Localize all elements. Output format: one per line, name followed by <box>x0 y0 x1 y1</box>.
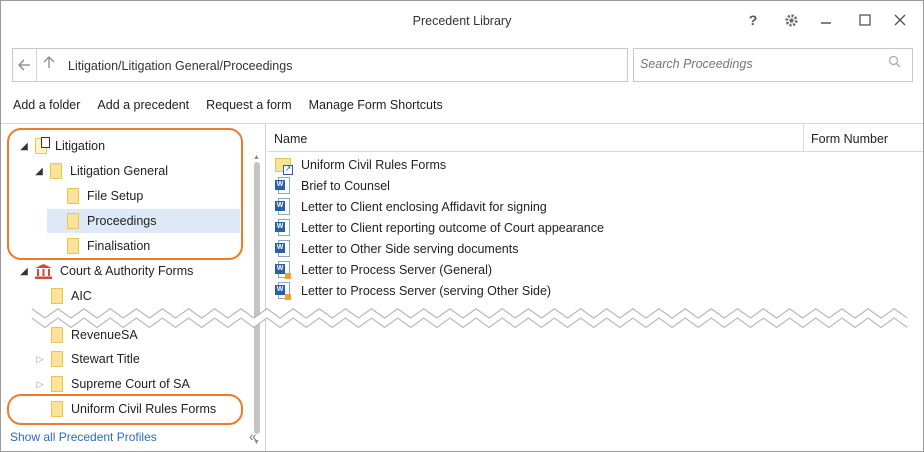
gear-icon[interactable] <box>778 9 804 31</box>
tree-item-label: Supreme Court of SA <box>71 377 190 391</box>
folder-icon <box>51 288 63 304</box>
add-precedent-button[interactable]: Add a precedent <box>97 98 189 116</box>
tree-item-label: Stewart Title <box>71 352 140 366</box>
word-document-icon: W <box>275 261 291 279</box>
search-icon[interactable] <box>888 55 901 72</box>
list-item-name: Letter to Client enclosing Affidavit for… <box>301 199 547 214</box>
tree-item-label: Court & Authority Forms <box>60 264 194 278</box>
word-document-icon: W <box>275 282 291 300</box>
scrollbar-thumb[interactable] <box>254 162 260 434</box>
back-arrow-icon[interactable] <box>13 49 37 81</box>
up-arrow-icon[interactable] <box>43 55 55 73</box>
word-document-icon: W <box>275 198 290 215</box>
list-item[interactable]: W Letter to Client reporting outcome of … <box>275 217 604 238</box>
precedent-list-pane: Name Form Number Uniform Civil Rules For… <box>267 123 923 451</box>
request-form-button[interactable]: Request a form <box>206 98 291 116</box>
list-item-name: Letter to Client reporting outcome of Co… <box>301 220 604 235</box>
tree-item-court-authority-forms[interactable]: ◢ Court & Authority Forms <box>17 259 193 283</box>
word-document-icon: W <box>275 177 290 194</box>
list-item[interactable]: Uniform Civil Rules Forms <box>275 154 446 175</box>
highlight-outline <box>7 128 243 260</box>
list-item[interactable]: W Letter to Client enclosing Affidavit f… <box>275 196 547 217</box>
word-document-icon: W <box>275 240 290 257</box>
tree-item-label: AIC <box>71 289 92 303</box>
close-icon[interactable] <box>887 9 913 31</box>
courthouse-icon <box>35 263 52 279</box>
list-item[interactable]: W Brief to Counsel <box>275 175 390 196</box>
list-item-name: Letter to Process Server (General) <box>301 262 493 277</box>
precedent-library-window: Precedent Library ? Litigation/Litigatio… <box>0 0 924 452</box>
expanded-arrow-icon[interactable]: ◢ <box>17 266 31 277</box>
folder-icon <box>51 376 63 392</box>
scroll-down-icon[interactable]: ▼ <box>253 439 260 446</box>
list-item[interactable]: W Letter to Other Side serving documents <box>275 238 518 259</box>
minimize-icon[interactable] <box>813 9 839 31</box>
column-header-form-number[interactable]: Form Number <box>804 124 923 152</box>
search-input[interactable] <box>640 57 880 71</box>
list-item[interactable]: W Letter to Process Server (serving Othe… <box>275 280 551 301</box>
tree-item-supreme-court-of-sa[interactable]: ▷ Supreme Court of SA <box>33 372 190 396</box>
list-item-name: Uniform Civil Rules Forms <box>301 157 447 172</box>
tree-item-stewart-title[interactable]: ▷ Stewart Title <box>33 347 140 371</box>
tree-scrollbar[interactable]: ▲ ▼ <box>253 154 261 446</box>
word-document-icon: W <box>275 219 290 236</box>
screenshot-break-zigzag <box>31 308 908 329</box>
highlight-outline <box>7 394 243 425</box>
show-all-precedent-profiles-link[interactable]: Show all Precedent Profiles <box>10 430 157 444</box>
list-item-name: Letter to Process Server (serving Other … <box>301 283 552 298</box>
manage-form-shortcuts-button[interactable]: Manage Form Shortcuts <box>309 98 443 116</box>
list-item-name: Brief to Counsel <box>301 178 390 193</box>
maximize-icon[interactable] <box>852 9 878 31</box>
collapse-pane-icon[interactable]: « <box>249 428 257 444</box>
list-item[interactable]: W Letter to Process Server (General) <box>275 259 492 280</box>
toolbar: Add a folder Add a precedent Request a f… <box>13 98 460 116</box>
add-folder-button[interactable]: Add a folder <box>13 98 80 116</box>
breadcrumb-path: Litigation/Litigation General/Proceeding… <box>68 59 293 73</box>
folder-icon <box>51 351 63 367</box>
column-header-name[interactable]: Name <box>267 124 804 152</box>
scroll-up-icon[interactable]: ▲ <box>253 154 260 161</box>
title-bar: Precedent Library ? <box>1 1 923 41</box>
collapsed-arrow-icon[interactable]: ▷ <box>33 379 47 390</box>
search-box[interactable] <box>633 48 913 82</box>
address-bar[interactable]: Litigation/Litigation General/Proceeding… <box>12 48 628 82</box>
collapsed-arrow-icon[interactable]: ▷ <box>33 354 47 365</box>
folder-shortcut-icon <box>275 157 293 175</box>
help-button[interactable]: ? <box>740 9 766 31</box>
list-item-name: Letter to Other Side serving documents <box>301 241 519 256</box>
